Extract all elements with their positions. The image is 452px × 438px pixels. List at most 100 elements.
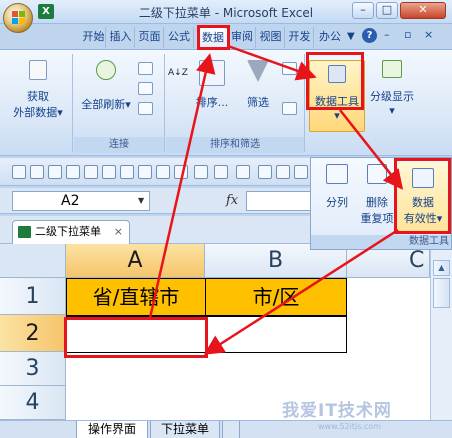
insert-sheet-icon[interactable] xyxy=(222,421,240,438)
filter-button[interactable]: 筛选 xyxy=(240,60,276,110)
tab-formulas[interactable]: 公式 xyxy=(165,27,194,48)
data-tools-group-label: 数据工具 xyxy=(311,235,451,249)
annotation-box-data-validation xyxy=(394,158,451,234)
tab-insert[interactable]: 插入 xyxy=(107,27,135,48)
group-separator xyxy=(304,54,305,152)
print-icon[interactable] xyxy=(84,165,98,179)
row-header-4[interactable]: 4 xyxy=(0,386,66,420)
advanced-filter-icon[interactable] xyxy=(282,102,297,115)
workbook-close-icon[interactable]: × xyxy=(114,221,123,243)
group-separator xyxy=(164,54,165,152)
office-button[interactable] xyxy=(3,3,33,33)
align-center-icon[interactable] xyxy=(276,165,290,179)
cell-a1[interactable]: 省/直辖市 xyxy=(66,278,206,316)
workbook-tab-label: 二级下拉菜单 xyxy=(35,225,101,238)
get-data-label-line1: 获取 xyxy=(27,90,49,103)
get-data-label-line2: 外部数据▾ xyxy=(13,106,63,119)
tab-review[interactable]: 审阅 xyxy=(229,27,256,48)
remove-duplicates-button[interactable]: 删除 重复项 xyxy=(357,164,397,226)
workbook-tab[interactable]: 二级下拉菜单 × xyxy=(12,220,130,244)
sum-icon[interactable] xyxy=(236,165,250,179)
refresh-all-button[interactable]: 全部刷新▾ xyxy=(78,60,134,112)
sheet-tab-main[interactable]: 操作界面 xyxy=(76,421,148,438)
spellcheck-icon[interactable] xyxy=(120,165,134,179)
outline-arrow: ▾ xyxy=(389,104,395,117)
paste-icon[interactable] xyxy=(48,165,62,179)
tab-scroll-icon[interactable]: ▼ xyxy=(347,31,355,42)
workbook-tab-strip: 二级下拉菜单 × xyxy=(0,216,312,244)
preview-icon[interactable] xyxy=(102,165,116,179)
copy-icon[interactable] xyxy=(12,165,26,179)
row-header-3[interactable]: 3 xyxy=(0,352,66,386)
data-tools-arrow: ▾ xyxy=(334,109,340,122)
scroll-thumb[interactable] xyxy=(433,278,450,308)
undo-icon[interactable] xyxy=(194,165,208,179)
group-separator xyxy=(72,54,73,152)
close-button[interactable]: ✕ xyxy=(400,2,446,19)
insert-function-icon[interactable]: fx xyxy=(226,193,238,208)
ribbon-close-button[interactable]: × xyxy=(424,28,433,41)
sort-az-button[interactable]: A↓Z xyxy=(168,68,188,78)
help-icon[interactable]: ? xyxy=(362,28,377,43)
tab-office[interactable]: 办公 xyxy=(315,27,345,48)
ribbon: 获取 外部数据▾ 全部刷新▾ 连接 A↓Z 排序... 筛选 排序和筛选 数据工… xyxy=(0,49,452,156)
watermark: 我爱IT技术网 xyxy=(282,401,392,421)
tab-view[interactable]: 视图 xyxy=(257,27,285,48)
row-header-2[interactable]: 2 xyxy=(0,315,66,352)
filter-funnel-icon xyxy=(247,60,269,82)
tab-page[interactable]: 页面 xyxy=(136,27,164,48)
refresh-icon xyxy=(96,60,116,80)
text-to-columns-button[interactable]: 分列 xyxy=(315,164,359,210)
get-external-data-button[interactable]: 获取 外部数据▾ xyxy=(12,60,64,120)
sort-button[interactable]: 排序... xyxy=(190,60,234,110)
connections-icon[interactable] xyxy=(138,62,153,75)
outline-button[interactable]: 分级显示 ▾ xyxy=(366,60,418,117)
filter-label: 筛选 xyxy=(247,96,269,109)
align-left-icon[interactable] xyxy=(258,165,272,179)
watermark-url: www.52itjs.com xyxy=(318,422,381,431)
cell-icon[interactable] xyxy=(174,165,188,179)
select-all-corner[interactable] xyxy=(0,244,66,278)
sheet-tab-bar: 操作界面 下拉菜单 xyxy=(0,420,452,438)
clear-icon[interactable] xyxy=(156,165,170,179)
title-bar: X 二级下拉菜单 - Microsoft Excel – □ ✕ xyxy=(0,0,452,24)
edit-links-icon[interactable] xyxy=(138,102,153,115)
name-box[interactable]: A2 xyxy=(12,191,150,211)
annotation-box-data-tab xyxy=(197,25,230,50)
format-painter-icon[interactable] xyxy=(138,165,152,179)
row-header-1[interactable]: 1 xyxy=(0,278,66,315)
tab-developer[interactable]: 开发 xyxy=(286,27,314,48)
remove-duplicates-label-line1: 删除 xyxy=(366,196,388,209)
outline-icon xyxy=(382,60,402,78)
scroll-up-icon[interactable]: ▲ xyxy=(433,260,450,276)
ribbon-restore-button[interactable]: ▫ xyxy=(404,28,411,41)
database-icon xyxy=(29,60,47,80)
cut-icon[interactable] xyxy=(30,165,44,179)
outline-label: 分级显示 xyxy=(370,90,414,103)
minimize-button[interactable]: – xyxy=(352,2,374,19)
column-header-a[interactable]: A xyxy=(66,244,205,278)
annotation-box-data-tools xyxy=(306,52,364,110)
align-right-icon[interactable] xyxy=(294,165,308,179)
vertical-scrollbar[interactable]: ▲ xyxy=(430,244,452,420)
maximize-button[interactable]: □ xyxy=(376,2,398,19)
remove-duplicates-icon xyxy=(367,164,387,184)
tab-home[interactable]: 开始 xyxy=(82,27,106,48)
office-logo-icon xyxy=(12,11,25,25)
cell-b1[interactable]: 市/区 xyxy=(205,278,347,316)
clear-filter-icon[interactable] xyxy=(282,62,297,75)
sort-label: 排序... xyxy=(195,96,229,109)
connections-group-label: 连接 xyxy=(74,137,164,153)
sheet-tab-dropdown[interactable]: 下拉菜单 xyxy=(150,421,220,438)
save-icon[interactable] xyxy=(66,165,80,179)
properties-icon[interactable] xyxy=(138,82,153,95)
refresh-all-label: 全部刷新▾ xyxy=(81,98,131,111)
ribbon-minimize-button[interactable]: – xyxy=(384,28,390,41)
cell-b2[interactable] xyxy=(205,316,347,353)
name-box-dropdown-icon[interactable]: ▼ xyxy=(138,196,144,205)
sort-filter-group-label: 排序和筛选 xyxy=(166,137,304,153)
annotation-box-cell-a2 xyxy=(64,317,208,358)
redo-icon[interactable] xyxy=(214,165,228,179)
formula-input[interactable] xyxy=(246,191,311,211)
remove-duplicates-label-line2: 重复项 xyxy=(360,212,394,225)
